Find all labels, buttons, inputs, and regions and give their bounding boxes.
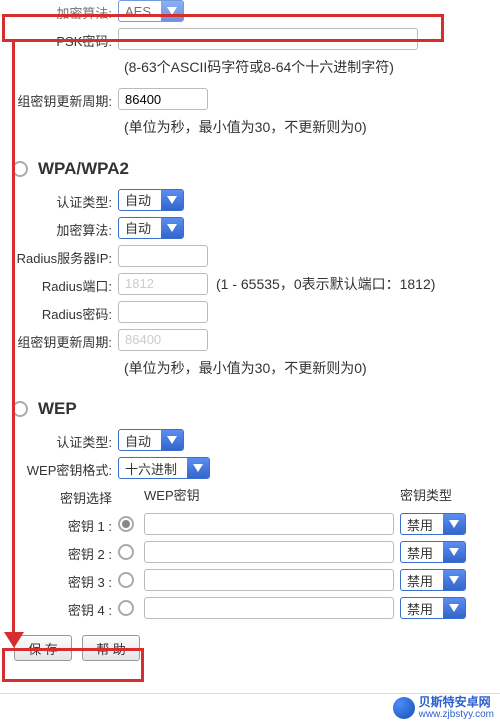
footer-url: www.zjbstyy.com xyxy=(419,709,494,720)
wep-key-1-radio[interactable] xyxy=(118,516,134,532)
footer-logo-icon xyxy=(393,697,415,719)
wep-format-label: WEP密钥格式: xyxy=(8,457,118,479)
wpa-encrypt-label: 加密算法: xyxy=(8,217,118,239)
wep-key-3-radio[interactable] xyxy=(118,572,134,588)
wep-radio[interactable] xyxy=(12,401,28,417)
encrypt-algo-select[interactable]: AES xyxy=(118,0,184,22)
wep-key-1-type-value: 禁用 xyxy=(401,514,443,534)
help-button[interactable]: 帮 助 xyxy=(82,635,140,661)
radius-port-input[interactable] xyxy=(118,273,208,295)
psk-password-input[interactable] xyxy=(118,28,418,50)
radius-port-hint: (1 - 65535，0表示默认端口：1812) xyxy=(216,274,435,294)
wep-key-4-type-value: 禁用 xyxy=(401,598,443,618)
radius-pwd-input[interactable] xyxy=(118,301,208,323)
wep-key-3-type-select[interactable]: 禁用 xyxy=(400,569,466,591)
wpa-group-key-hint: (单位为秒，最小值为30，不更新则为0) xyxy=(8,357,492,379)
wep-key-4-type-select[interactable]: 禁用 xyxy=(400,597,466,619)
wpa-encrypt-select[interactable]: 自动 xyxy=(118,217,184,239)
encrypt-algo-value: AES xyxy=(119,1,161,21)
group-key-hint: (单位为秒，最小值为30，不更新则为0) xyxy=(8,116,492,138)
group-key-period-input[interactable] xyxy=(118,88,208,110)
radius-pwd-label: Radius密码: xyxy=(8,301,118,323)
wep-key-header: WEP密钥 xyxy=(144,485,400,504)
wpa-auth-label: 认证类型: xyxy=(8,189,118,211)
chevron-down-icon xyxy=(161,430,183,450)
wep-key-2-label: 密钥 2 : xyxy=(8,541,118,563)
chevron-down-icon xyxy=(187,458,209,478)
radius-port-label: Radius端口: xyxy=(8,273,118,295)
wep-key-1-type-select[interactable]: 禁用 xyxy=(400,513,466,535)
wep-format-select[interactable]: 十六进制 xyxy=(118,457,210,479)
chevron-down-icon xyxy=(161,190,183,210)
wep-select-label: 密钥选择 xyxy=(8,485,118,507)
wpa-group-key-label: 组密钥更新周期: xyxy=(8,329,118,351)
footer-brand: 贝斯特安卓网 xyxy=(419,696,494,709)
wep-key-1-input[interactable] xyxy=(144,513,394,535)
wpa-radio[interactable] xyxy=(12,161,28,177)
save-button[interactable]: 保 存 xyxy=(14,635,72,661)
radius-ip-input[interactable] xyxy=(118,245,208,267)
wep-title: WEP xyxy=(38,399,77,419)
wpa-title: WPA/WPA2 xyxy=(38,159,129,179)
wep-auth-value: 自动 xyxy=(119,430,161,450)
wep-key-2-type-select[interactable]: 禁用 xyxy=(400,541,466,563)
chevron-down-icon xyxy=(161,218,183,238)
chevron-down-icon xyxy=(161,1,183,21)
chevron-down-icon xyxy=(443,542,465,562)
psk-hint: (8-63个ASCII码字符或8-64个十六进制字符) xyxy=(8,56,492,78)
wep-key-3-input[interactable] xyxy=(144,569,394,591)
footer-bar: 贝斯特安卓网 www.zjbstyy.com xyxy=(0,693,500,721)
wep-key-4-radio[interactable] xyxy=(118,600,134,616)
wpa-auth-value: 自动 xyxy=(119,190,161,210)
chevron-down-icon xyxy=(443,570,465,590)
chevron-down-icon xyxy=(443,514,465,534)
wep-key-3-type-value: 禁用 xyxy=(401,570,443,590)
wep-key-4-label: 密钥 4 : xyxy=(8,597,118,619)
wpa-encrypt-value: 自动 xyxy=(119,218,161,238)
wep-key-2-type-value: 禁用 xyxy=(401,542,443,562)
psk-password-label: PSK密码: xyxy=(8,28,118,50)
wep-key-2-input[interactable] xyxy=(144,541,394,563)
wpa-group-key-input[interactable] xyxy=(118,329,208,351)
group-key-period-label: 组密钥更新周期: xyxy=(8,88,118,110)
encrypt-algo-label: 加密算法: xyxy=(8,0,118,22)
wep-auth-select[interactable]: 自动 xyxy=(118,429,184,451)
radius-ip-label: Radius服务器IP: xyxy=(8,245,118,267)
wep-key-4-input[interactable] xyxy=(144,597,394,619)
wep-format-value: 十六进制 xyxy=(119,458,187,478)
wep-key-2-radio[interactable] xyxy=(118,544,134,560)
wep-type-header: 密钥类型 xyxy=(400,485,452,504)
wep-key-3-label: 密钥 3 : xyxy=(8,569,118,591)
wep-key-1-label: 密钥 1 : xyxy=(8,513,118,535)
wep-auth-label: 认证类型: xyxy=(8,429,118,451)
chevron-down-icon xyxy=(443,598,465,618)
wpa-auth-select[interactable]: 自动 xyxy=(118,189,184,211)
